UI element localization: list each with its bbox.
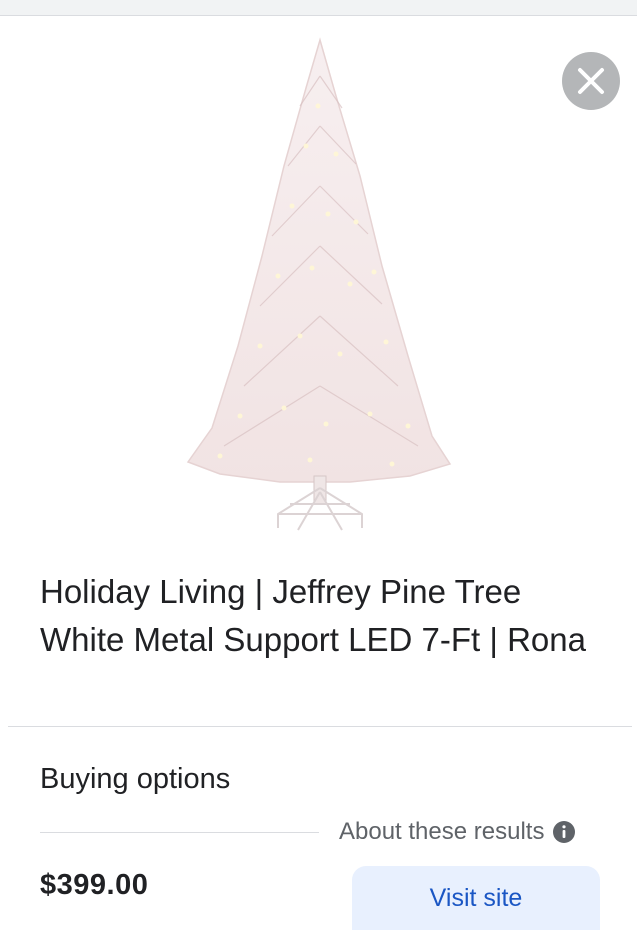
buying-options-heading: Buying options: [40, 763, 231, 795]
top-bar-edge: [0, 0, 637, 16]
close-button[interactable]: [562, 52, 620, 110]
about-these-results-link[interactable]: About these results: [339, 815, 576, 849]
about-these-results-label: About these results: [339, 818, 545, 845]
results-divider: [40, 832, 319, 833]
product-image-area: [0, 16, 637, 556]
section-divider: [8, 726, 632, 727]
close-icon: [578, 68, 604, 94]
product-image[interactable]: [160, 36, 480, 536]
offer-price: $399.00: [40, 869, 149, 901]
info-icon: [553, 821, 576, 843]
visit-site-button[interactable]: Visit site: [352, 866, 600, 930]
product-title[interactable]: Holiday Living | Jeffrey Pine Tree White…: [40, 568, 600, 664]
